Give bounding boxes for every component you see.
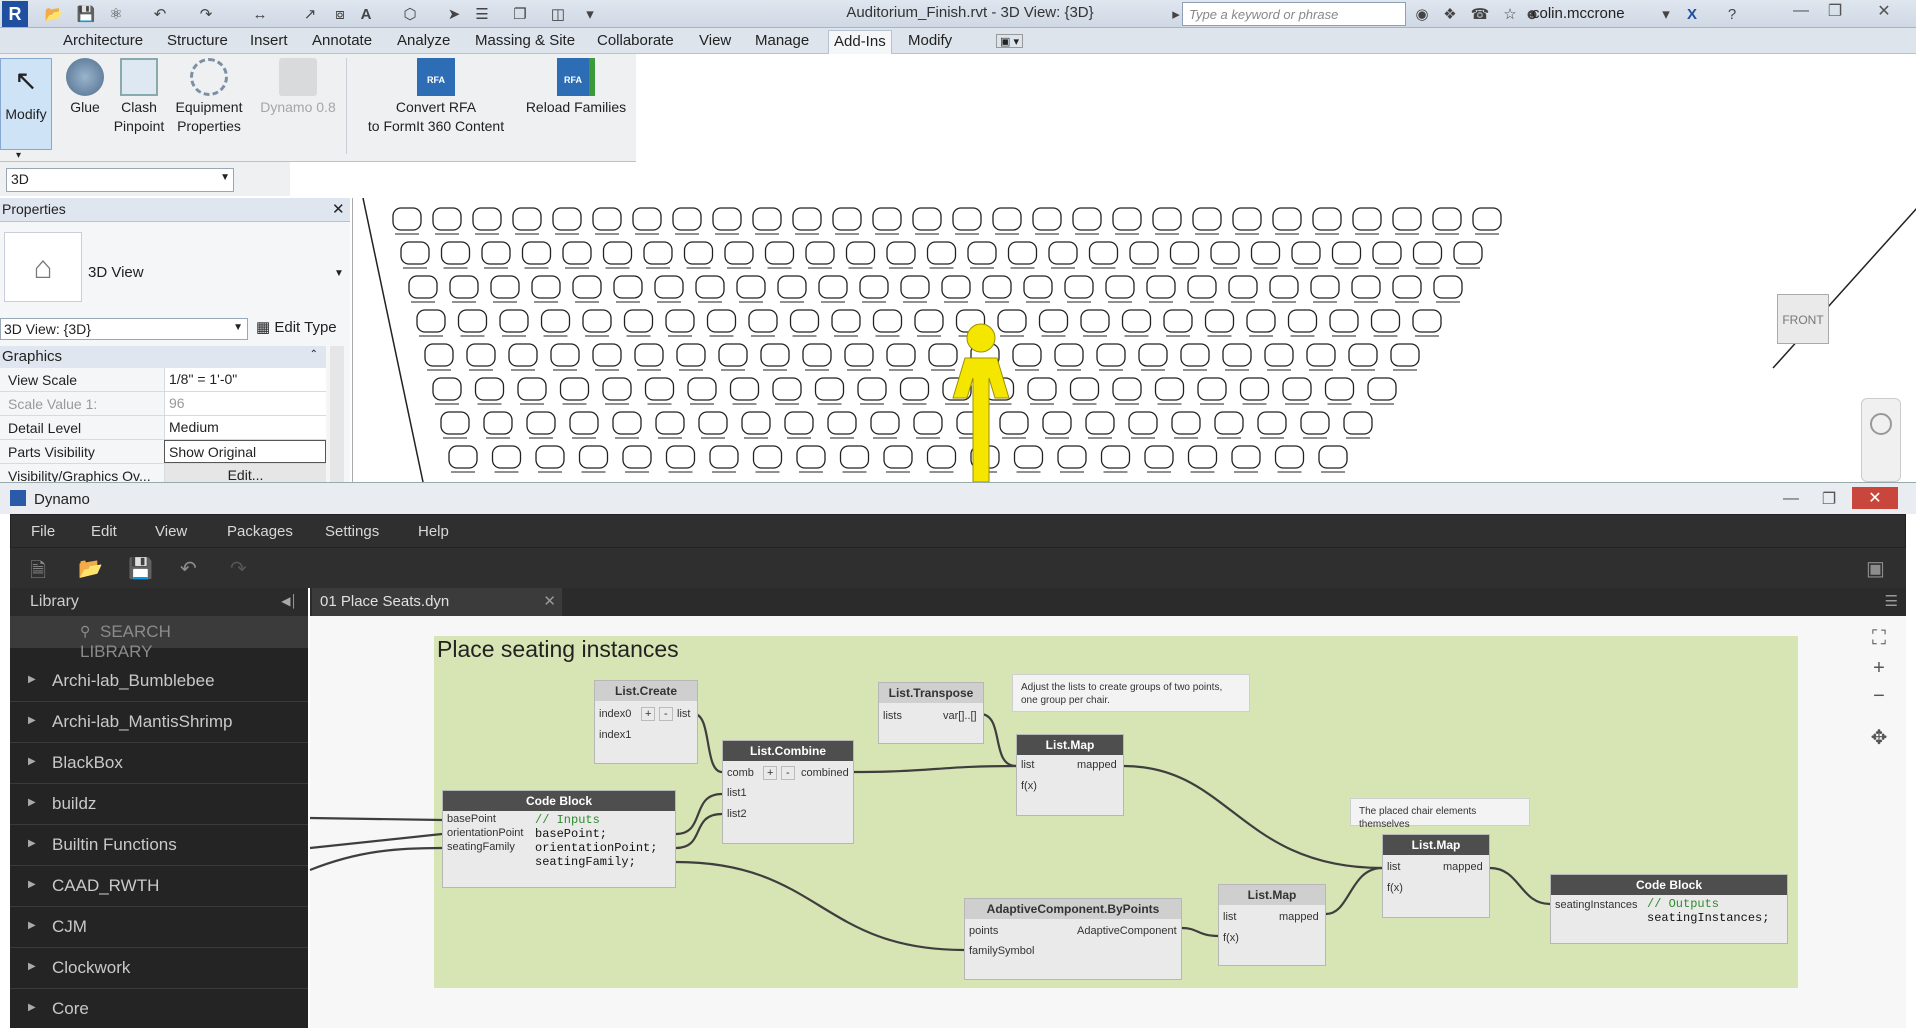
code-line[interactable]: basePoint; [535,827,607,841]
output-port[interactable]: combined [801,767,849,779]
node-title: Code Block [443,791,675,811]
wire [979,712,1017,768]
code-line[interactable]: seatingInstances; [1647,911,1769,925]
wire [1123,764,1383,870]
input-port[interactable]: familySymbol [969,945,1034,957]
output-port[interactable]: mapped [1077,759,1117,771]
wire [309,816,443,822]
list-map-node[interactable]: List.Map list mapped f(x) [1382,834,1490,918]
wire [853,764,1017,774]
node-title: List.Transpose [879,683,983,703]
list-map-node[interactable]: List.Map list mapped f(x) [1218,884,1326,966]
wire [309,846,443,872]
input-port[interactable]: list2 [727,808,747,820]
input-port[interactable]: basePoint [447,813,496,825]
pan-icon[interactable]: ✥ [1864,724,1894,752]
chair-note[interactable]: The placed chair elements themselves [1350,798,1530,830]
output-port[interactable]: mapped [1279,911,1319,923]
code-block-inputs-node[interactable]: Code Block basePoint orientationPoint se… [442,790,676,888]
adaptive-component-node[interactable]: AdaptiveComponent.ByPoints points Adapti… [964,898,1182,980]
list-map-node[interactable]: List.Map list mapped f(x) [1016,734,1124,816]
list-transpose-node[interactable]: List.Transpose lists var[]..[] [878,682,984,744]
output-port[interactable]: list [677,708,690,720]
node-title: List.Map [1383,835,1489,855]
input-port[interactable]: points [969,925,998,937]
input-port[interactable]: list [1387,861,1400,873]
input-port[interactable]: list [1021,759,1034,771]
node-title: List.Map [1017,735,1123,755]
wire [693,712,723,774]
wire [1181,926,1219,938]
wire [1325,866,1383,916]
node-title: List.Combine [723,741,853,761]
node-title: List.Create [595,681,697,701]
input-port[interactable]: f(x) [1223,932,1239,944]
add-input-button[interactable]: + [763,766,778,780]
node-title: Code Block [1551,875,1787,895]
input-port[interactable]: list [1223,911,1236,923]
input-port[interactable]: orientationPoint [447,827,523,839]
output-port[interactable]: AdaptiveComponent [1077,925,1177,937]
wire [309,832,443,850]
wire [675,860,965,952]
code-line[interactable]: seatingFamily; [535,855,636,869]
input-port[interactable]: list1 [727,787,747,799]
list-combine-node[interactable]: List.Combine comb + - combined list1 lis… [722,740,854,844]
input-port[interactable]: f(x) [1387,882,1403,894]
add-input-button[interactable]: + [641,707,656,721]
wire [675,812,723,850]
wire [1489,866,1551,906]
output-port[interactable]: mapped [1443,861,1483,873]
input-port[interactable]: comb [727,767,754,779]
input-port[interactable]: lists [883,710,902,722]
zoom-out-icon[interactable]: − [1864,682,1894,710]
zoom-fit-icon[interactable]: ⛶ [1864,624,1894,652]
remove-input-button[interactable]: - [659,707,673,721]
output-port[interactable]: var[]..[] [943,710,977,722]
input-port[interactable]: index1 [599,729,631,741]
code-line[interactable]: // Inputs [535,813,600,827]
input-port[interactable]: index0 [599,708,631,720]
remove-input-button[interactable]: - [781,766,795,780]
node-title: AdaptiveComponent.ByPoints [965,899,1181,919]
input-port[interactable]: seatingInstances [1555,899,1638,911]
input-port[interactable]: seatingFamily [447,841,515,853]
list-create-node[interactable]: List.Create index0 + - list index1 [594,680,698,764]
input-port[interactable]: f(x) [1021,780,1037,792]
transpose-note[interactable]: Adjust the lists to create groups of two… [1012,674,1250,712]
code-line[interactable]: orientationPoint; [535,841,657,855]
zoom-in-icon[interactable]: + [1864,654,1894,682]
code-block-outputs-node[interactable]: Code Block seatingInstances // Outputs s… [1550,874,1788,944]
node-title: List.Map [1219,885,1325,905]
code-line[interactable]: // Outputs [1647,897,1719,911]
